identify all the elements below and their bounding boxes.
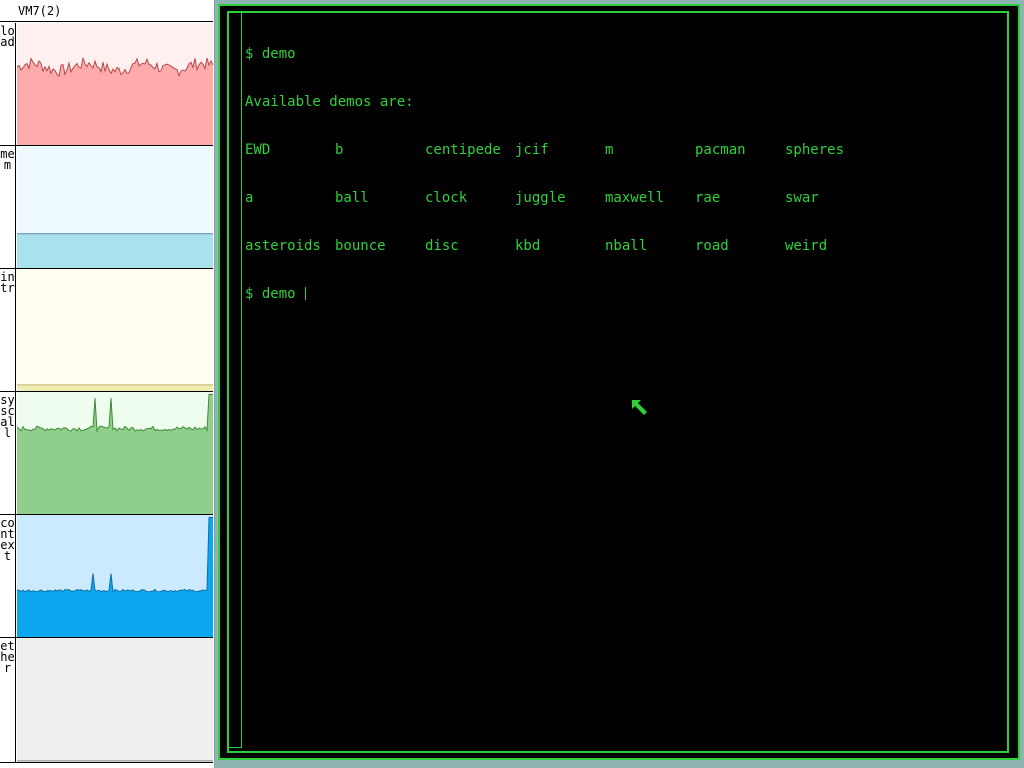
graph-context: context <box>0 515 213 638</box>
prompt-text: $ demo <box>245 286 305 302</box>
graph-area <box>17 384 213 391</box>
graph-syscall: syscall <box>0 392 213 515</box>
demo-name: weird <box>785 238 828 254</box>
demo-name: maxwell <box>605 190 665 206</box>
demo-name: jcif <box>515 142 549 158</box>
graph-context-plot <box>17 515 213 637</box>
mouse-pointer-icon <box>632 400 647 415</box>
graph-intr-plot <box>17 269 213 391</box>
graph-background <box>17 269 213 391</box>
demo-name: ball <box>335 190 369 206</box>
stats-title: VM7(2) <box>0 0 213 22</box>
graph-label-load: load <box>0 23 16 145</box>
demos-header: Available demos are: <box>245 94 414 110</box>
graph-ether-plot <box>17 638 213 762</box>
demo-name: nball <box>605 238 648 254</box>
graph-load: load <box>0 23 213 146</box>
demo-row: a ball clock juggle maxwell rae swar <box>245 190 1006 206</box>
graph-ether: ether <box>0 638 213 763</box>
demo-name: road <box>695 238 729 254</box>
graph-label-context: context <box>0 515 16 637</box>
demo-name: kbd <box>515 238 541 254</box>
graph-load-plot <box>17 23 213 145</box>
demo-name: swar <box>785 190 819 206</box>
graph-syscall-plot <box>17 392 213 514</box>
demo-name: b <box>335 142 344 158</box>
stats-panel: VM7(2) load mem intr syscall context eth… <box>0 0 215 768</box>
demo-name: bounce <box>335 238 386 254</box>
demo-name: spheres <box>785 142 845 158</box>
demo-name: centipede <box>425 142 501 158</box>
graph-area <box>17 233 213 268</box>
demo-name: disc <box>425 238 459 254</box>
command-line: $ demo <box>245 46 296 62</box>
text-cursor <box>305 287 307 300</box>
graph-background <box>17 638 213 762</box>
demo-name: a <box>245 190 254 206</box>
demo-name: asteroids <box>245 238 321 254</box>
graph-label-intr: intr <box>0 269 16 391</box>
graph-intr: intr <box>0 269 213 392</box>
demo-name: m <box>605 142 614 158</box>
prompt-line[interactable]: $ demo <box>245 286 1006 302</box>
demo-name: rae <box>695 190 721 206</box>
demo-name: EWD <box>245 142 271 158</box>
terminal-scrollbar[interactable] <box>229 13 242 748</box>
graph-mem-plot <box>17 146 213 268</box>
graph-label-ether: ether <box>0 638 16 762</box>
terminal-text-area[interactable]: $ demo Available demos are: EWD b centip… <box>245 14 1006 334</box>
demo-row: asteroids bounce disc kbd nball road wei… <box>245 238 1006 254</box>
graph-label-syscall: syscall <box>0 392 16 514</box>
demo-row: EWD b centipede jcif m pacman spheres <box>245 142 1006 158</box>
demo-name: pacman <box>695 142 746 158</box>
demo-name: clock <box>425 190 468 206</box>
demo-name: juggle <box>515 190 566 206</box>
graph-mem: mem <box>0 146 213 269</box>
terminal-window[interactable]: $ demo Available demos are: EWD b centip… <box>218 4 1020 760</box>
graph-label-mem: mem <box>0 146 16 268</box>
